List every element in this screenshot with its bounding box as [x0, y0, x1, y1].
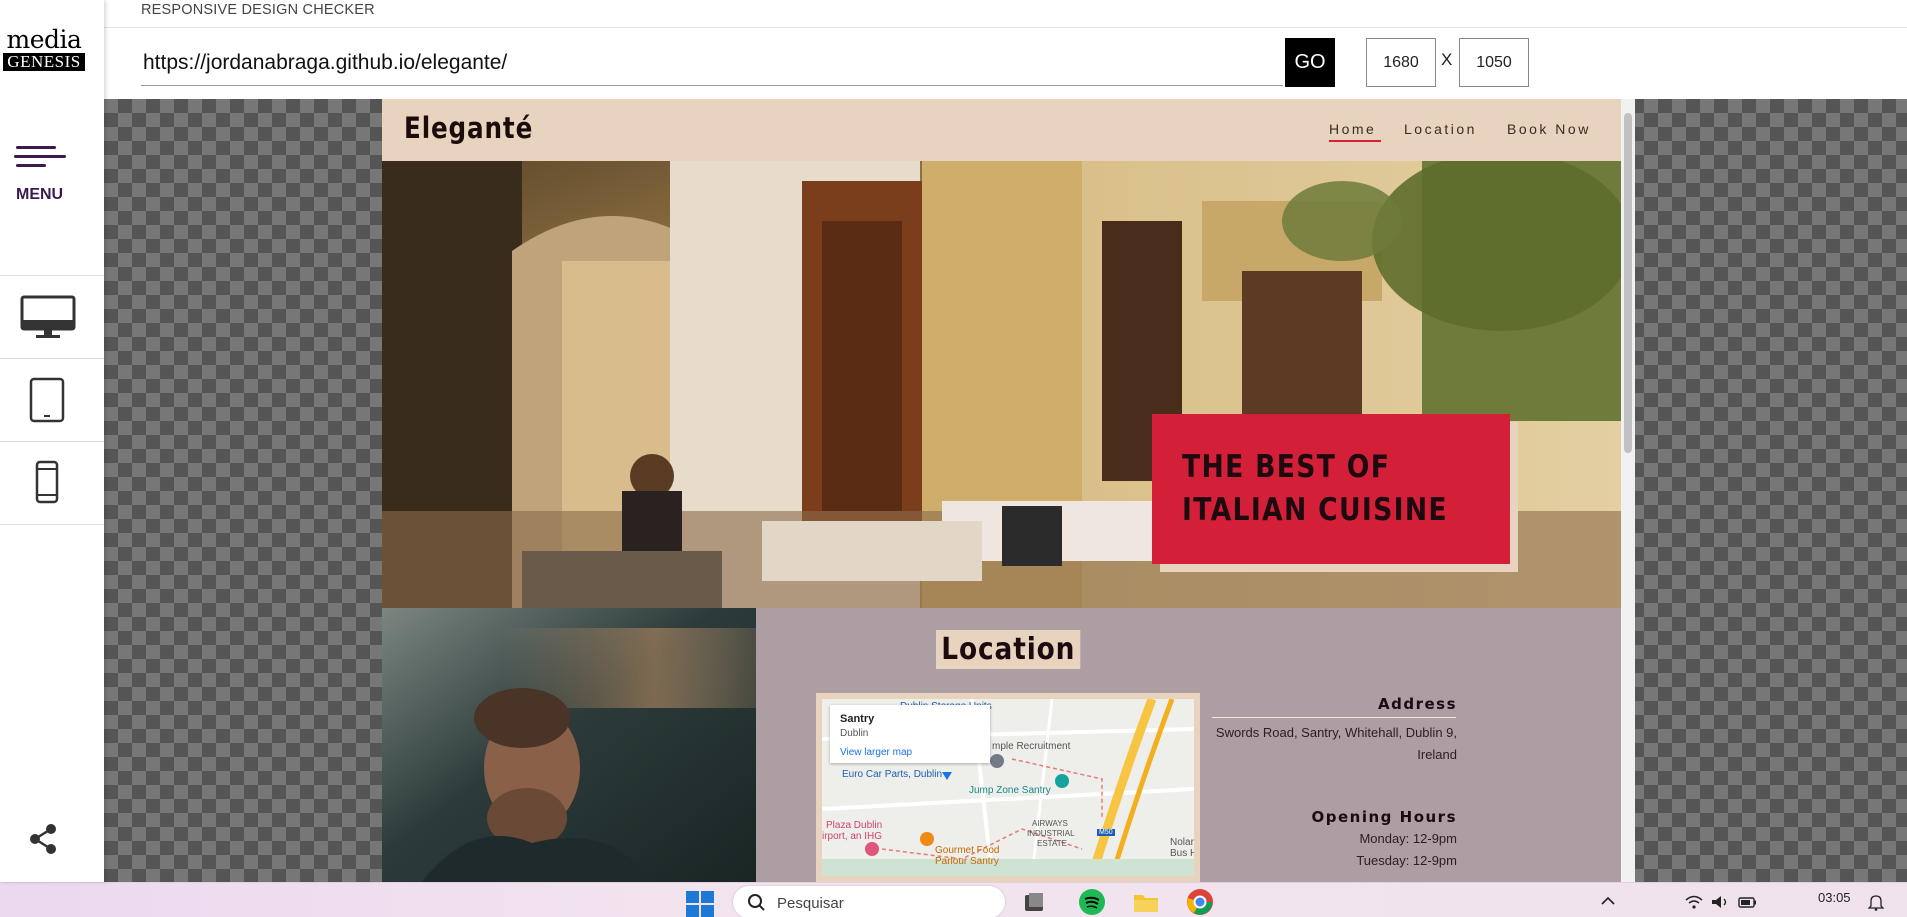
nav-link-location[interactable]: Location	[1404, 121, 1477, 137]
go-button[interactable]: GO	[1285, 38, 1335, 87]
wifi-icon	[1685, 895, 1703, 909]
app-icon	[1025, 893, 1043, 911]
hero-tagline-line-2: ITALIAN CUISINE	[1182, 492, 1448, 528]
chef-photo	[382, 608, 756, 882]
url-input[interactable]	[141, 40, 1283, 86]
map-label: Parlour Santry	[935, 856, 999, 867]
map-label: Nolar	[1170, 837, 1194, 848]
battery-status[interactable]	[1738, 894, 1758, 910]
hours-monday: Monday: 12-9pm	[1359, 831, 1457, 846]
hero-tagline-line-1: THE BEST OF	[1182, 449, 1391, 485]
opening-hours-list: Monday: 12-9pm Tuesday: 12-9pm	[1356, 828, 1457, 872]
hero-tagline-card: THE BEST OF ITALIAN CUISINE	[1152, 414, 1510, 564]
taskbar-search[interactable]: Pesquisar	[733, 886, 1005, 917]
volume-status[interactable]	[1710, 894, 1730, 910]
dimension-separator: X	[1441, 50, 1453, 69]
location-heading: Location	[936, 630, 1081, 669]
mobile-view-button[interactable]	[0, 442, 104, 524]
address-line-2: Ireland	[1417, 747, 1457, 762]
map-label: M50	[1097, 829, 1115, 836]
media-genesis-logo[interactable]: media GENESIS	[3, 25, 85, 71]
logo-bottom-text: GENESIS	[3, 53, 85, 71]
map-label: Bus H	[1170, 848, 1198, 859]
divider	[0, 524, 104, 525]
speaker-icon	[1712, 896, 1727, 908]
map-label: Jump Zone Santry	[969, 785, 1051, 796]
map-label: Gourmet Food	[935, 845, 1000, 856]
map-label: Plaza Dublin	[826, 820, 883, 831]
width-input[interactable]	[1366, 38, 1436, 87]
map-label: irport, an IHG	[822, 831, 883, 842]
logo-top-text: media	[6, 25, 82, 54]
map-place-title: Santry	[840, 713, 875, 725]
spotify-app-icon[interactable]	[1078, 888, 1106, 916]
map-label: Euro Car Parts, Dublin	[842, 769, 943, 780]
active-nav-underline	[1329, 140, 1381, 142]
start-button[interactable]	[686, 891, 714, 917]
battery-icon	[1738, 897, 1756, 908]
map-label: AIRWAYS	[1032, 819, 1068, 828]
tray-overflow-button[interactable]	[1600, 894, 1616, 908]
share-icon	[30, 824, 56, 854]
search-icon	[748, 894, 765, 911]
mobile-phone-icon	[35, 460, 59, 504]
address-line-1: Swords Road, Santry, Whitehall, Dublin 9…	[1215, 725, 1457, 740]
chef-portrait-image	[382, 608, 756, 882]
app-title: RESPONSIVE DESIGN CHECKER	[141, 2, 375, 18]
chrome-app-icon[interactable]	[1186, 888, 1214, 916]
tablet-icon	[29, 377, 65, 423]
clock-time[interactable]: 03:05	[1818, 890, 1851, 905]
menu-label: MENU	[16, 186, 64, 203]
site-brand[interactable]: Eleganté	[404, 111, 533, 145]
tablet-view-button[interactable]	[0, 359, 104, 441]
chevron-up-icon	[1601, 896, 1615, 905]
folder-icon	[1134, 895, 1158, 912]
desktop-view-button[interactable]	[0, 276, 104, 358]
hamburger-icon-bar	[16, 164, 46, 167]
menu-button[interactable]: MENU	[14, 146, 66, 208]
site-navbar: Eleganté Home Location Book Now	[382, 99, 1621, 161]
nav-link-home[interactable]: Home	[1329, 121, 1376, 137]
file-explorer-app-icon[interactable]	[1132, 888, 1160, 916]
view-larger-map-link[interactable]: View larger map	[840, 747, 980, 758]
search-placeholder: Pesquisar	[777, 895, 844, 912]
hero-tagline: THE BEST OF ITALIAN CUISINE	[1182, 446, 1448, 532]
hamburger-icon	[16, 146, 56, 149]
spotify-icon	[1079, 889, 1105, 915]
desktop-monitor-icon	[20, 295, 76, 338]
map-place-subtitle: Dublin	[840, 728, 869, 739]
map-label: INDUSTRIAL	[1027, 829, 1075, 838]
divider	[104, 27, 1907, 28]
nav-link-book-now[interactable]: Book Now	[1507, 121, 1591, 137]
height-input[interactable]	[1459, 38, 1529, 87]
bell-icon	[1867, 895, 1885, 911]
scrollbar-thumb[interactable]	[1624, 113, 1632, 453]
map-label: ESTATE	[1037, 839, 1067, 848]
hamburger-icon-bar	[14, 155, 66, 158]
site-preview-frame: Eleganté Home Location Book Now THE BEST…	[382, 99, 1621, 882]
wifi-status[interactable]	[1684, 894, 1704, 910]
windows-logo-icon	[686, 891, 714, 917]
address-text: Swords Road, Santry, Whitehall, Dublin 9…	[1216, 722, 1457, 766]
hero-image: THE BEST OF ITALIAN CUISINE	[382, 161, 1621, 608]
hours-tuesday: Tuesday: 12-9pm	[1356, 853, 1457, 868]
share-button[interactable]	[27, 822, 61, 856]
map-label: mple Recruitment	[992, 741, 1071, 752]
chrome-icon	[1187, 889, 1213, 915]
address-heading: Address	[1377, 695, 1457, 713]
map-place-card: Santry Dublin View larger map	[830, 705, 990, 763]
site-scrollbar[interactable]	[1621, 99, 1635, 882]
opening-hours-heading: Opening Hours	[1311, 808, 1457, 826]
windows-taskbar: Pesquisar 03:05	[0, 882, 1907, 917]
sidebar: media GENESIS MENU	[0, 0, 104, 882]
embedded-map[interactable]: Dublin Storage Units mple Recruitment Eu…	[816, 693, 1200, 882]
notifications-button[interactable]	[1867, 893, 1885, 911]
taskview-app-icon[interactable]	[1020, 888, 1048, 916]
divider	[1212, 717, 1456, 718]
